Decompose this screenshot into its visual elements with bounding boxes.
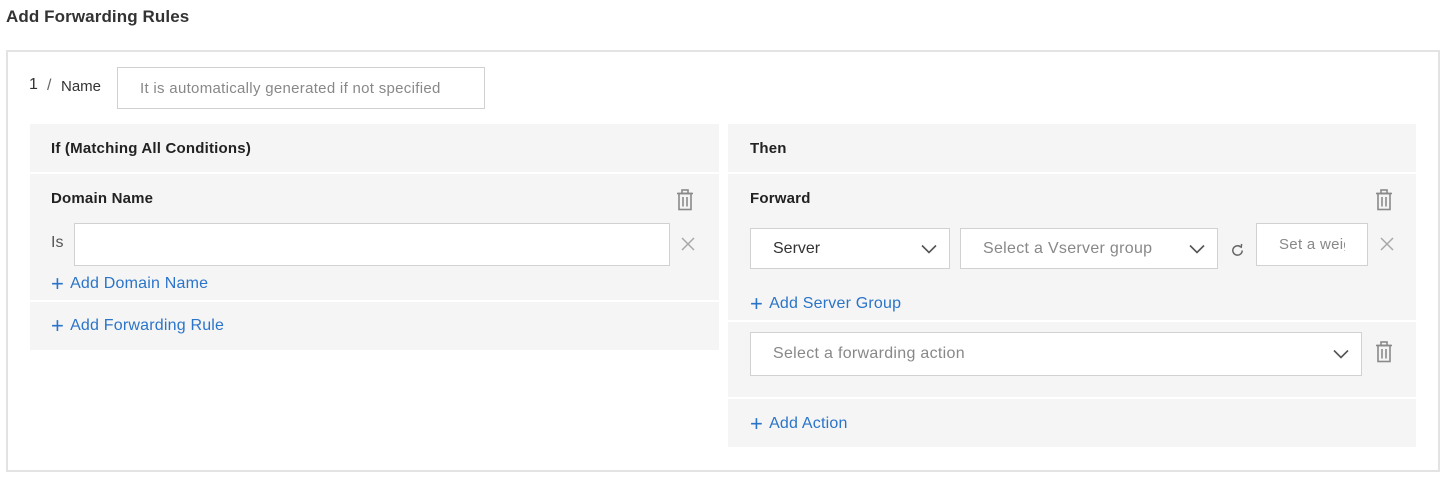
refresh-icon [1231,243,1243,256]
plus-icon: + [750,291,764,316]
domain-name-input[interactable] [74,223,670,266]
plus-icon: + [51,271,65,296]
trash-icon [677,189,693,211]
rule-name-input[interactable] [117,67,485,109]
condition-title: Domain Name [51,190,154,207]
target-type-select[interactable]: Server [750,228,950,269]
plus-icon: + [51,313,65,338]
divider [728,172,1416,174]
add-domain-name-label: Add Domain Name [70,275,209,292]
refresh-button[interactable] [1227,240,1247,260]
add-action-link[interactable]: + Add Action [750,413,848,435]
add-forwarding-rule-link[interactable]: + Add Forwarding Rule [51,315,224,337]
target-type-value: Server [773,239,821,257]
divider [30,300,719,302]
condition-operator-label: Is [51,234,64,251]
trash-icon [1376,341,1392,363]
if-panel-heading: If (Matching All Conditions) [51,140,252,157]
divider [30,172,719,174]
forwarding-action-select[interactable]: Select a forwarding action [750,332,1362,376]
add-forwarding-rule-label: Add Forwarding Rule [70,317,225,334]
rule-index: 1 [29,76,38,93]
add-action-label: Add Action [769,415,848,432]
delete-forward-button[interactable] [1373,188,1395,212]
remove-server-group-button[interactable] [1377,234,1397,254]
page-title: Add Forwarding Rules [6,7,190,26]
delete-action-button[interactable] [1373,340,1395,364]
chevron-down-icon [1333,349,1349,359]
close-icon [681,237,695,251]
rule-separator: / [47,77,52,94]
vserver-group-placeholder: Select a Vserver group [983,239,1153,257]
trash-icon [1376,189,1392,211]
divider [728,397,1416,399]
forwarding-action-placeholder: Select a forwarding action [773,345,965,362]
chevron-down-icon [1189,244,1205,254]
close-icon [1380,237,1394,251]
weight-input[interactable] [1256,223,1368,266]
delete-condition-button[interactable] [674,188,696,212]
then-panel-heading: Then [750,140,787,157]
remove-domain-button[interactable] [678,234,698,254]
add-domain-name-link[interactable]: + Add Domain Name [51,273,208,295]
plus-icon: + [750,411,764,436]
add-server-group-link[interactable]: + Add Server Group [750,293,901,315]
vserver-group-select[interactable]: Select a Vserver group [960,228,1218,269]
add-server-group-label: Add Server Group [769,295,902,312]
forward-title: Forward [750,190,811,207]
divider [728,320,1416,322]
rule-name-label: Name [61,78,102,95]
chevron-down-icon [921,244,937,254]
